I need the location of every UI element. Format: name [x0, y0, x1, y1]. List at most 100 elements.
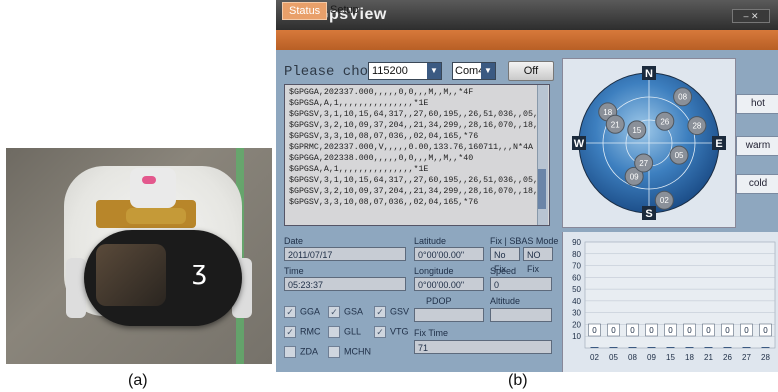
snr-xtick: 21	[704, 353, 713, 362]
menu-setup[interactable]: Setup	[324, 2, 365, 18]
snr-value-label: 0	[725, 326, 730, 335]
snr-ytick: 10	[572, 332, 581, 341]
snr-xtick: 05	[609, 353, 618, 362]
satellite-id: 28	[692, 122, 701, 131]
checkbox-zda-label: ZDA	[300, 346, 318, 357]
speed-field: 0	[490, 277, 552, 291]
close-icon[interactable]: – ✕	[732, 9, 770, 23]
speed-label: Speed	[490, 266, 517, 276]
log-line: $GPGSA,A,1,,,,,,,,,,,,,,,*1E	[289, 165, 429, 174]
log-line: $GPGGA,202337.000,,,,,0,0,,,M,,M,,*4F	[289, 88, 474, 97]
snr-value-label: 0	[763, 326, 768, 335]
satellite-id: 09	[630, 172, 639, 181]
satellite-id: 15	[632, 126, 641, 135]
checkbox-gsa-label: GSA	[344, 306, 364, 317]
snr-xtick: 18	[685, 353, 694, 362]
snr-bar	[590, 347, 599, 348]
checkbox-gll[interactable]: GLL	[328, 326, 361, 338]
altitude-field	[490, 308, 552, 322]
checkbox-rmc-label: RMC	[300, 326, 321, 337]
snr-chart-panel: 90 80 70 60 50 40 30 20 10 0 0 0 0 0 0 0 0 0 0 02 05 08 09 15…	[562, 232, 778, 372]
checkbox-gga[interactable]: ✓ GGA	[284, 306, 320, 318]
compass-s: S	[645, 208, 652, 220]
snr-xtick: 28	[761, 353, 770, 362]
snr-ytick: 80	[572, 250, 581, 259]
satellite-id: 26	[660, 117, 669, 126]
satellite-id: 02	[660, 196, 669, 205]
snr-xtick: 15	[666, 353, 675, 362]
cold-start-button[interactable]: cold	[736, 174, 778, 194]
snr-xtick: 08	[628, 353, 637, 362]
baud-value: 115200	[372, 65, 408, 77]
snr-chart: 90 80 70 60 50 40 30 20 10 0 0 0 0 0 0 0 0 0 0 02 05 08 09 15…	[572, 238, 776, 362]
checkbox-mchn-label: MCHN	[344, 346, 371, 357]
compass-n: N	[645, 68, 653, 80]
snr-xtick: 27	[742, 353, 751, 362]
off-button[interactable]: Off	[508, 61, 554, 81]
caption-a: (a)	[128, 372, 148, 389]
compass-e: E	[715, 138, 722, 150]
log-line: $GPGSV,3,3,10,08,07,036,,02,04,165,*76	[289, 198, 479, 207]
fix-sbas-label: Fix | SBAS Mode	[490, 236, 559, 246]
time-label: Time	[284, 266, 304, 276]
checkbox-gll-label: GLL	[344, 326, 362, 337]
snr-value-label: 0	[687, 326, 692, 335]
snr-bar	[761, 347, 770, 348]
altitude-label: Altitude	[490, 296, 521, 306]
fix-field: No Fix	[490, 247, 520, 274]
satellite-id: 08	[678, 93, 687, 102]
check-icon: ✓	[284, 326, 296, 338]
snr-ytick: 60	[572, 273, 581, 282]
nmea-log[interactable]: $GPGGA,202337.000,,,,,0,0,,,M,,M,,*4F $GP…	[284, 84, 550, 226]
latitude-label: Latitude	[414, 236, 447, 246]
snr-ytick: 70	[572, 262, 581, 271]
robot-photo: ʒ	[6, 148, 272, 364]
log-scroll-thumb[interactable]	[538, 169, 546, 209]
snr-ytick: 20	[572, 320, 581, 329]
sbas-field: NO Fix	[523, 247, 553, 274]
baud-select[interactable]: 115200 ▼	[368, 62, 442, 80]
checkbox-gsv[interactable]: ✓ GSV	[374, 306, 409, 318]
gpsview-window: ✈ GpsView – ✕ Status Setup Please choose…	[276, 0, 778, 372]
snr-value-label: 0	[649, 326, 654, 335]
snr-bar	[704, 347, 713, 348]
nmea-log-lines: $GPGGA,202337.000,,,,,0,0,,,M,,M,,*4F $GP…	[289, 87, 549, 208]
warm-start-button[interactable]: warm	[736, 136, 778, 156]
chevron-down-icon[interactable]: ▼	[481, 63, 495, 79]
longitude-field: 0°00'00.00"	[414, 277, 484, 291]
date-field: 2011/07/17	[284, 247, 406, 261]
checkbox-rmc[interactable]: ✓ RMC	[284, 326, 321, 338]
check-icon: ✓	[374, 306, 386, 318]
snr-bar	[647, 347, 656, 348]
menu-status[interactable]: Status	[282, 2, 328, 20]
three-logo-icon: ʒ	[192, 256, 208, 286]
caption-b: (b)	[508, 372, 528, 389]
hot-start-button[interactable]: hot	[736, 94, 778, 114]
pdop-field	[414, 308, 484, 322]
check-icon: ✓	[374, 326, 386, 338]
satellite-id: 21	[611, 120, 620, 129]
compass-w: W	[574, 138, 585, 150]
satellite-id: 27	[639, 159, 648, 168]
satellite-id: 05	[675, 151, 684, 160]
snr-bar	[723, 347, 732, 348]
fix-time-label: Fix Time	[414, 328, 449, 338]
checkbox-zda[interactable]: ZDA	[284, 346, 318, 358]
checkbox-mchn[interactable]: MCHN	[328, 346, 371, 358]
snr-value-label: 0	[744, 326, 749, 335]
log-line: $GPGSA,A,1,,,,,,,,,,,,,,,*1E	[289, 99, 429, 108]
log-line: $GPGSV,3,1,10,15,64,317,,27,60,195,,26,5…	[289, 110, 549, 119]
date-label: Date	[284, 236, 304, 246]
log-line: $GPRMC,202337.000,V,,,,,0.00,133.76,1607…	[289, 143, 533, 152]
com-select[interactable]: Com40 ▼	[452, 62, 496, 80]
chevron-down-icon[interactable]: ▼	[427, 63, 441, 79]
satellite-id: 18	[603, 108, 612, 117]
log-line: $GPGGA,202338.000,,,,,0,0,,,M,,M,,*40	[289, 154, 474, 163]
check-icon: ✓	[284, 306, 296, 318]
snr-bar	[685, 347, 694, 348]
checkbox-vtg-label: VTG	[390, 326, 409, 337]
pdop-label: PDOP	[426, 296, 452, 306]
checkbox-vtg[interactable]: ✓ VTG	[374, 326, 409, 338]
snr-xtick: 02	[590, 353, 599, 362]
checkbox-gsa[interactable]: ✓ GSA	[328, 306, 363, 318]
